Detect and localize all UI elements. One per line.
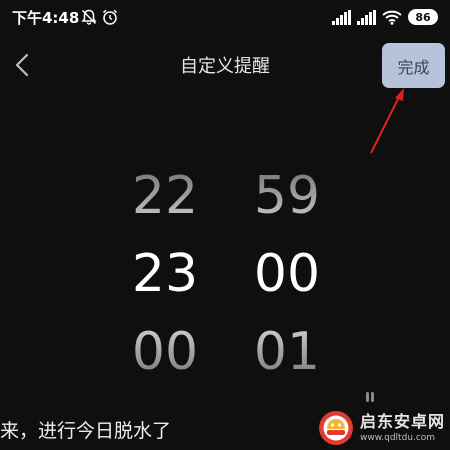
scroll-indicator-icon bbox=[366, 392, 374, 402]
battery-icon: 86 bbox=[408, 9, 438, 25]
minute-option-selected[interactable]: 00 bbox=[232, 248, 342, 300]
annotation-arrow-icon bbox=[370, 88, 404, 154]
minute-wheel[interactable]: 59 00 01 bbox=[232, 150, 342, 390]
status-time: 下午4:48 bbox=[12, 9, 80, 27]
alarm-clock-icon bbox=[103, 9, 117, 25]
battery-level: 86 bbox=[415, 10, 431, 24]
hour-option-above[interactable]: 22 bbox=[110, 170, 220, 222]
minute-option-above[interactable]: 59 bbox=[232, 170, 342, 222]
hour-option-selected[interactable]: 23 bbox=[110, 248, 220, 300]
status-bar: 下午4:48 86 bbox=[0, 0, 450, 34]
time-picker[interactable]: 22 23 00 59 00 01 bbox=[0, 150, 450, 390]
bell-off-icon bbox=[81, 9, 97, 25]
reminder-message: 来，进行今日脱水了 bbox=[0, 420, 172, 442]
signal-icon bbox=[332, 9, 351, 25]
hour-option-below[interactable]: 00 bbox=[110, 326, 220, 378]
watermark-url: www.qdltdu.com bbox=[360, 432, 436, 443]
watermark-name: 启东安卓网 bbox=[360, 411, 446, 431]
minute-option-below[interactable]: 01 bbox=[232, 326, 342, 378]
watermark-logo-icon bbox=[319, 411, 353, 445]
status-right-group: 86 bbox=[332, 8, 438, 26]
hour-wheel[interactable]: 22 23 00 bbox=[110, 150, 220, 390]
signal-icon bbox=[357, 9, 376, 25]
watermark-text: 启东安卓网 www.qdltdu.com bbox=[360, 411, 446, 443]
done-button[interactable]: 完成 bbox=[382, 43, 445, 88]
done-button-label: 完成 bbox=[397, 57, 430, 77]
watermark: 启东安卓网 www.qdltdu.com bbox=[318, 408, 448, 448]
wifi-icon bbox=[382, 10, 402, 25]
